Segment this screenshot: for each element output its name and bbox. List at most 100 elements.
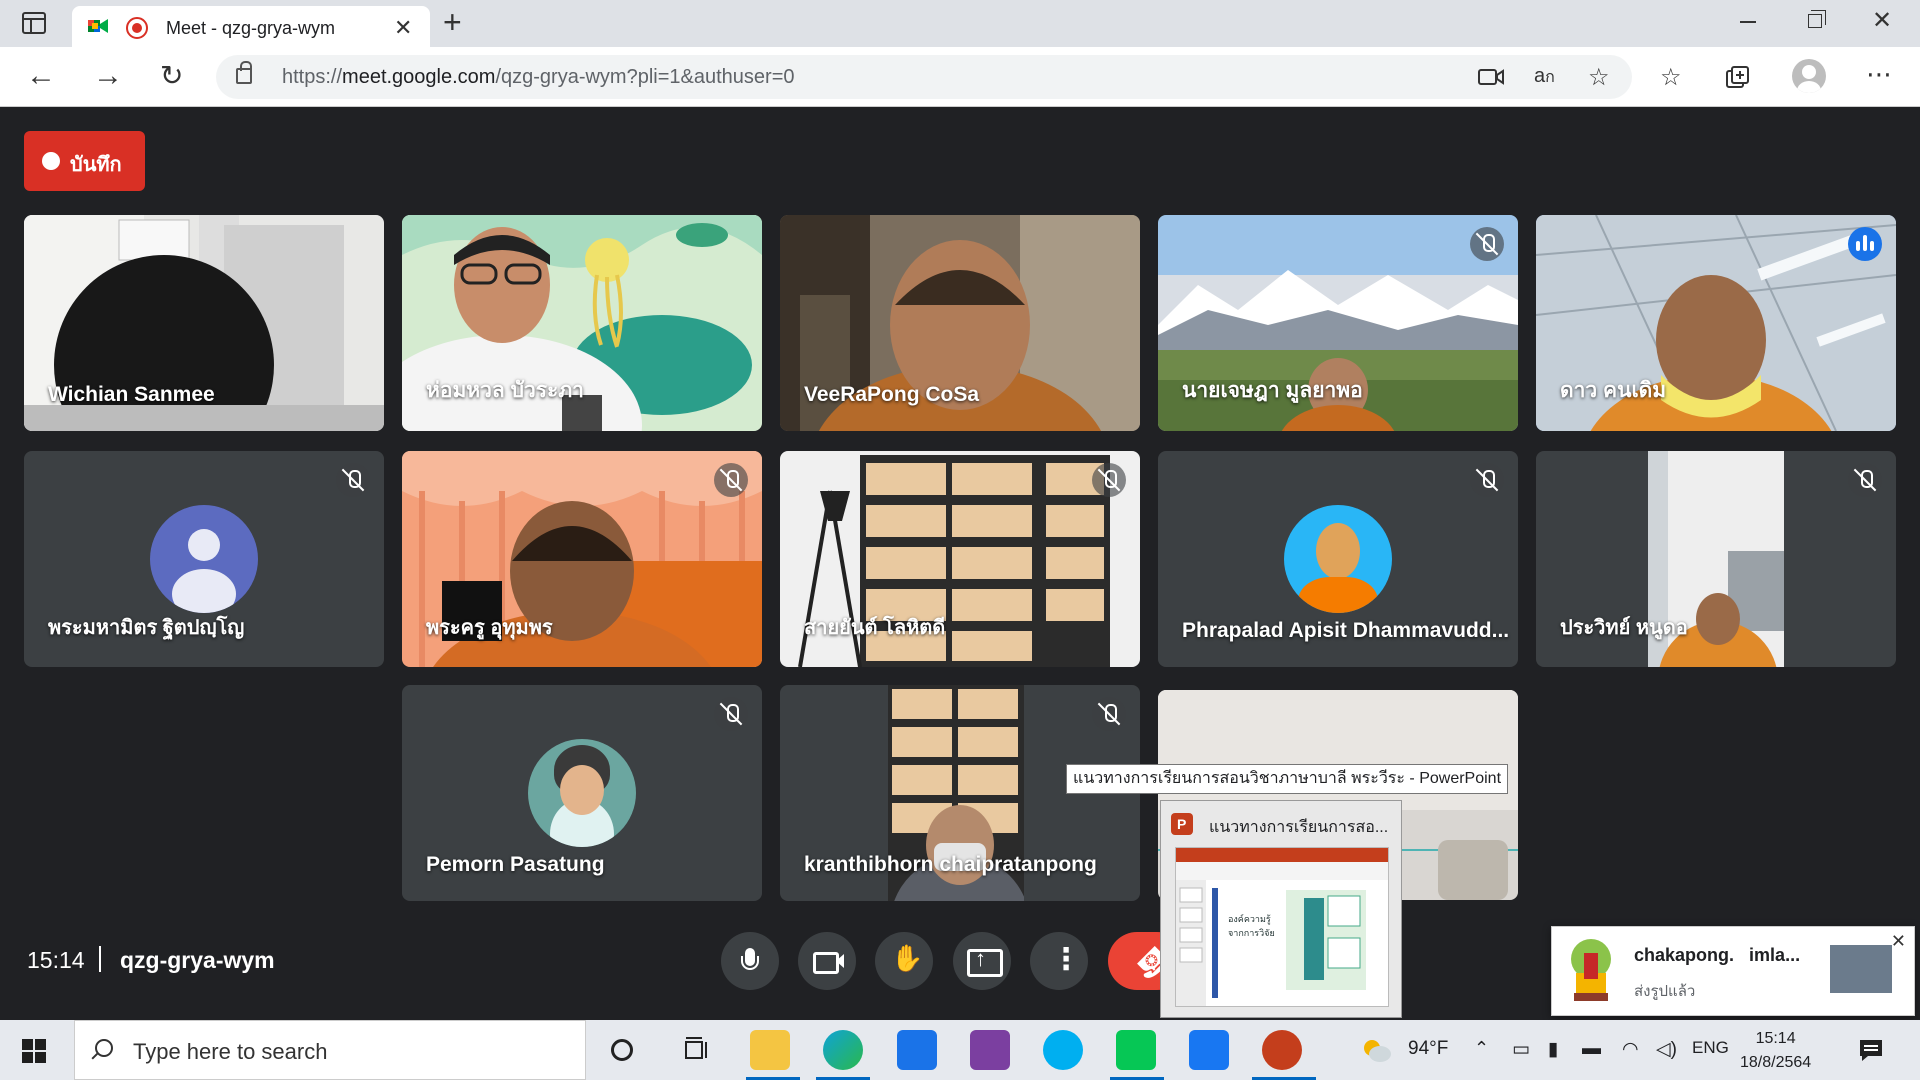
restore-button[interactable] — [1808, 10, 1826, 28]
notification-close-icon[interactable]: ✕ — [1891, 931, 1906, 952]
camera-button[interactable] — [798, 932, 856, 990]
onenote-icon[interactable] — [970, 1030, 1010, 1070]
notification-center-icon[interactable] — [1858, 1038, 1884, 1062]
participant-name: Phrapalad Apisit Dhammavudd... — [1182, 619, 1510, 642]
window-tooltip: แนวทางการเรียนการสอนวิชาภาษาบาลี พระวีระ… — [1066, 764, 1509, 794]
participant-tile[interactable]: Phrapalad Apisit Dhammavudd... — [1158, 451, 1518, 667]
preview-title: แนวทางการเรียนการสอ... — [1209, 819, 1389, 836]
skype-icon[interactable] — [1043, 1030, 1083, 1070]
participant-name: VeeRaPong CoSa — [804, 383, 980, 406]
participant-name: สายยันต์ โลหิตดี — [804, 617, 946, 639]
recording-dot-icon — [42, 152, 60, 170]
window-close-button[interactable]: ✕ — [1872, 6, 1892, 35]
weather-icon[interactable] — [1360, 1036, 1392, 1064]
participant-name: พระครู อุทุมพร — [426, 617, 553, 639]
language-indicator[interactable]: ENG — [1692, 1038, 1729, 1058]
muted-mic-icon — [336, 463, 370, 497]
participant-name: พระมหามิตร ฐิตปญฺโญ — [48, 617, 245, 639]
participant-tile[interactable]: พระครู อุทุมพร — [402, 451, 762, 667]
profile-avatar[interactable] — [1792, 59, 1826, 93]
muted-mic-icon — [714, 463, 748, 497]
participant-tile[interactable]: นายเจษฎา มูลยาพอ — [1158, 215, 1518, 431]
add-favorite-icon[interactable]: ☆ — [1588, 63, 1610, 92]
recording-label: บันทึก — [70, 154, 122, 176]
tab-actions-icon[interactable] — [22, 12, 46, 34]
taskbar-search-box[interactable]: Type here to search — [74, 1020, 586, 1080]
participant-tile[interactable]: ประวิทย์ หนูดอ — [1536, 451, 1896, 667]
participant-tile[interactable]: Wichian Sanmee — [24, 215, 384, 431]
participant-name: ดาว คนเดิม — [1560, 379, 1667, 402]
muted-mic-icon — [1092, 463, 1126, 497]
profile-photo-avatar — [528, 739, 636, 847]
muted-mic-icon — [1092, 697, 1126, 731]
preview-image: องค์ความรู้จากการวิจัย — [1175, 847, 1389, 1007]
participant-name: ห่อมหวล บัวระภา — [426, 379, 584, 402]
participant-name: kranthibhorn chaipratanpong — [804, 853, 1097, 876]
browser-tab-bar: Meet - qzg-grya-wym ✕ + ✕ — [0, 0, 1920, 47]
favorites-icon[interactable]: ☆ — [1660, 63, 1682, 92]
weather-temperature[interactable]: 94°F — [1408, 1038, 1448, 1060]
notification-sender: chakapong. imla... — [1634, 945, 1801, 965]
taskbar-clock[interactable]: 15:14 18/8/2564 — [1740, 1027, 1811, 1075]
raise-hand-button[interactable] — [875, 932, 933, 990]
wifi-icon[interactable]: ◠ — [1622, 1038, 1639, 1061]
recording-icon — [126, 17, 148, 39]
participant-tile-active-speaker[interactable]: ดาว คนเดิม — [1536, 215, 1896, 431]
meeting-time: 15:14 — [27, 947, 85, 973]
microphone-button[interactable] — [721, 932, 779, 990]
url-text[interactable]: https://meet.google.com/qzg-grya-wym?pli… — [282, 66, 795, 89]
notification-message: ส่งรูปแล้ว — [1634, 983, 1696, 1000]
lock-icon[interactable] — [236, 61, 252, 84]
battery-icon[interactable]: ▬ — [1582, 1038, 1601, 1060]
collections-icon[interactable] — [1725, 65, 1751, 91]
search-placeholder: Type here to search — [133, 1039, 328, 1064]
back-arrow-icon[interactable]: ← — [26, 61, 56, 91]
participant-name: Wichian Sanmee — [48, 383, 215, 406]
muted-mic-icon — [1848, 463, 1882, 497]
participant-name: Pemorn Pasatung — [426, 853, 605, 876]
file-explorer-icon[interactable] — [750, 1030, 790, 1070]
participant-tile[interactable]: สายยันต์ โลหิตดี — [780, 451, 1140, 667]
muted-mic-icon — [1470, 463, 1504, 497]
task-view-icon[interactable] — [682, 1037, 710, 1063]
device-icon[interactable]: ▭ — [1512, 1038, 1530, 1061]
participant-tile[interactable]: VeeRaPong CoSa — [780, 215, 1140, 431]
powerpoint-icon — [1171, 813, 1193, 835]
speaking-indicator-icon — [1848, 227, 1882, 261]
minimize-button[interactable] — [1740, 21, 1756, 23]
facebook-icon[interactable] — [1189, 1030, 1229, 1070]
line-icon[interactable] — [1116, 1030, 1156, 1070]
edge-icon[interactable] — [823, 1030, 863, 1070]
participant-tile[interactable]: ห่อมหวล บัวระภา — [402, 215, 762, 431]
tab-close-icon[interactable]: ✕ — [394, 15, 412, 41]
clock-date: 18/8/2564 — [1740, 1054, 1812, 1071]
microphone-tray-icon[interactable]: ▮ — [1548, 1038, 1558, 1061]
refresh-icon[interactable]: ↻ — [160, 61, 183, 91]
powerpoint-window-preview[interactable]: แนวทางการเรียนการสอ... องค์ความรู้จากการ… — [1160, 800, 1402, 1018]
volume-icon[interactable]: ◁) — [1656, 1038, 1677, 1061]
browser-tab-meet[interactable]: Meet - qzg-grya-wym ✕ — [72, 6, 430, 47]
recording-badge[interactable]: บันทึก — [24, 131, 145, 191]
present-now-button[interactable] — [953, 932, 1011, 990]
participant-name: ประวิทย์ หนูดอ — [1560, 617, 1688, 639]
participant-name: นายเจษฎา มูลยาพอ — [1182, 379, 1363, 402]
read-aloud-icon[interactable]: aก — [1534, 65, 1555, 90]
participant-tile[interactable]: พระมหามิตร ฐิตปญฺโญ — [24, 451, 384, 667]
windows-start-icon[interactable] — [22, 1039, 46, 1063]
tab-title: Meet - qzg-grya-wym — [166, 18, 336, 38]
google-meet-icon — [88, 19, 108, 33]
profile-photo-avatar — [1284, 505, 1392, 613]
show-hidden-icons-icon[interactable]: ⌃ — [1474, 1038, 1489, 1059]
line-notification-toast[interactable]: chakapong. imla... ส่งรูปแล้ว ✕ — [1551, 926, 1915, 1016]
more-menu-icon[interactable]: ⋯ — [1866, 59, 1892, 90]
address-bar[interactable]: https://meet.google.com/qzg-grya-wym?pli… — [216, 55, 1632, 99]
forward-arrow-icon[interactable]: → — [93, 61, 123, 91]
new-tab-button[interactable]: + — [443, 4, 462, 41]
camera-indicator-icon[interactable] — [1478, 68, 1504, 86]
powerpoint-taskbar-icon[interactable] — [1262, 1030, 1302, 1070]
muted-mic-icon — [1470, 227, 1504, 261]
mail-icon[interactable] — [897, 1030, 937, 1070]
participant-tile[interactable]: Pemorn Pasatung — [402, 685, 762, 901]
more-options-button[interactable] — [1030, 932, 1088, 990]
cortana-icon[interactable] — [611, 1039, 633, 1061]
